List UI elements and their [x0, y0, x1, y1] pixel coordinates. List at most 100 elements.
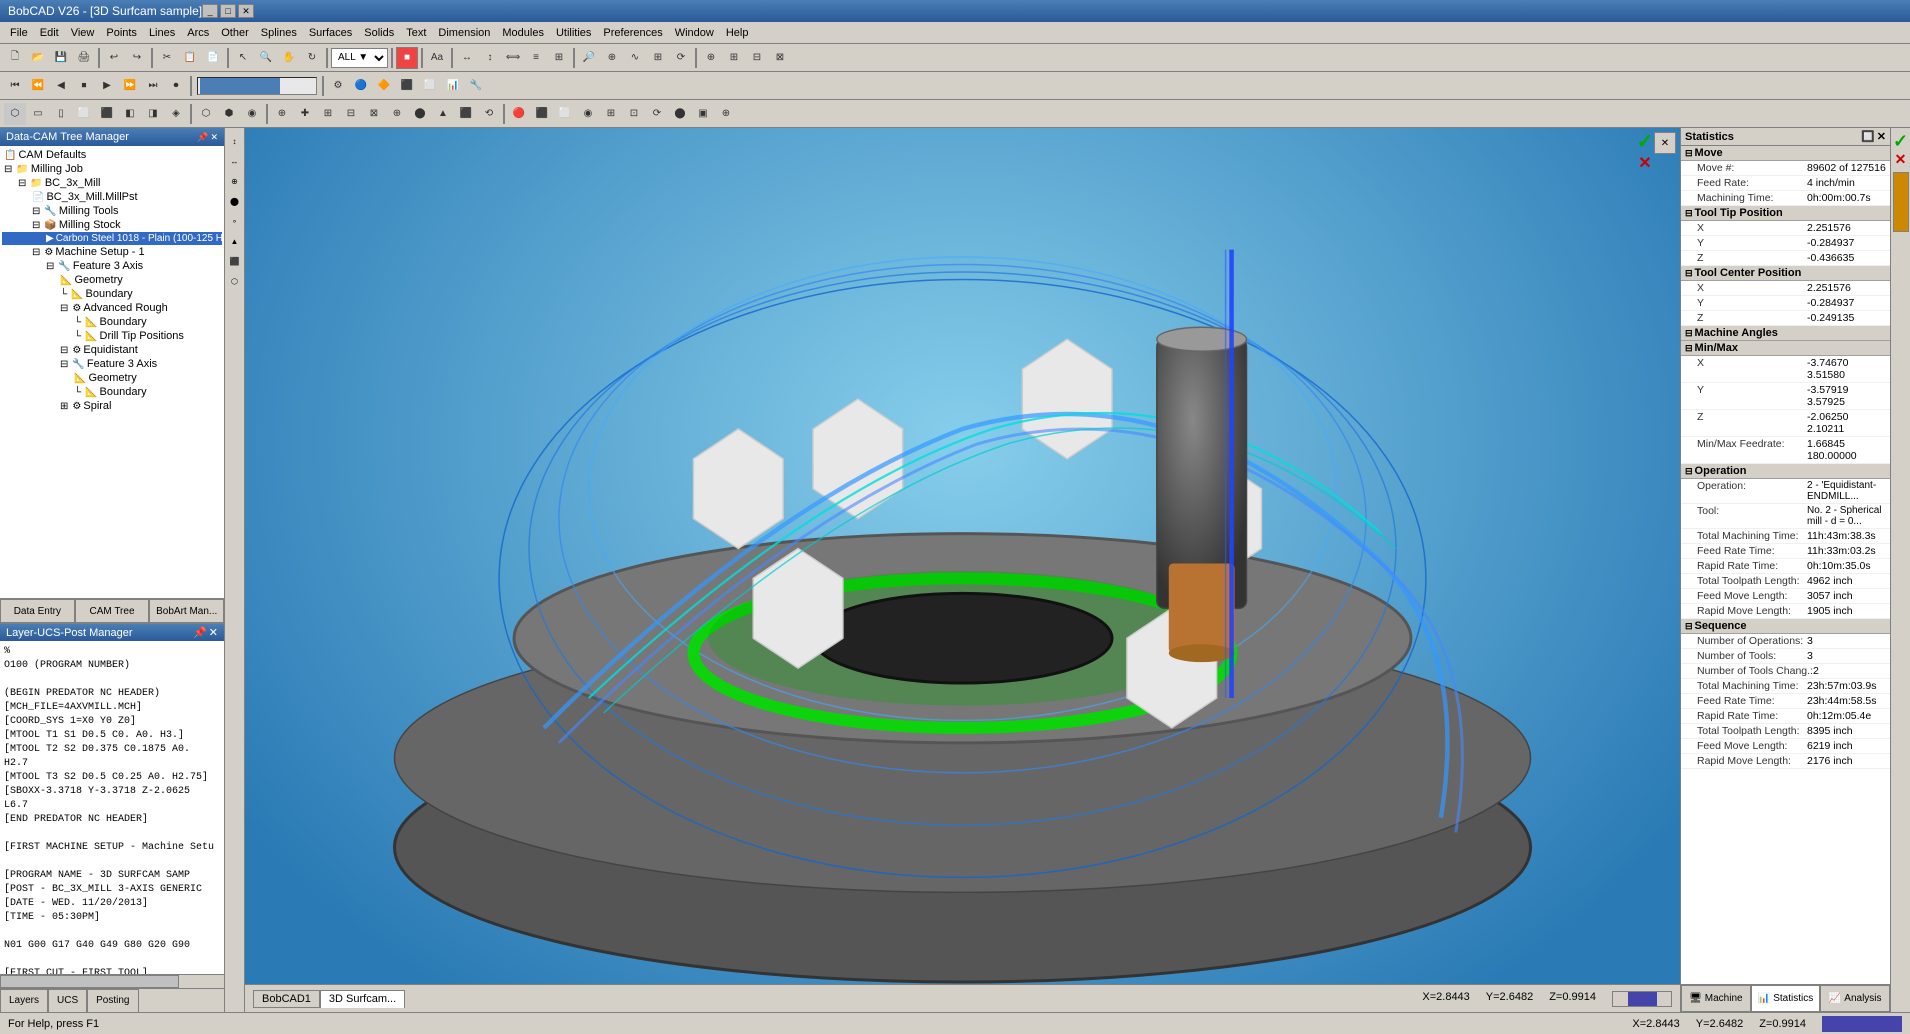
stats-close-btn[interactable]: ✕: [1877, 130, 1886, 143]
print-button[interactable]: 🖨: [73, 47, 95, 69]
code-scrollbar-h[interactable]: [0, 974, 224, 988]
sim-btn7[interactable]: 🔧: [465, 75, 487, 97]
tree-item-cam-defaults[interactable]: 📋 CAM Defaults: [2, 148, 222, 162]
code-pin-btn[interactable]: 📌: [193, 626, 207, 639]
menu-arcs[interactable]: Arcs: [181, 25, 215, 41]
view-persp[interactable]: ◈: [165, 103, 187, 125]
tree-item-feature-3axis-1[interactable]: ⊟ 🔧 Feature 3 Axis: [2, 259, 222, 273]
new-button[interactable]: 🗋: [4, 47, 26, 69]
tb9[interactable]: ⊞: [647, 47, 669, 69]
menu-splines[interactable]: Splines: [255, 25, 303, 41]
section-minmax[interactable]: ⊟ Min/Max: [1681, 341, 1890, 356]
copy-button[interactable]: 📋: [179, 47, 201, 69]
tool-btn7[interactable]: ⟳: [646, 103, 668, 125]
menu-utilities[interactable]: Utilities: [550, 25, 597, 41]
tb12[interactable]: ⊞: [723, 47, 745, 69]
snap-btn9[interactable]: ⬛: [455, 103, 477, 125]
font-btn[interactable]: Aa: [426, 47, 448, 69]
stats-tab-analysis[interactable]: 📈 Analysis: [1820, 985, 1890, 1012]
camplay-first[interactable]: ⏮: [4, 75, 26, 97]
snap-btn7[interactable]: ⬤: [409, 103, 431, 125]
menu-view[interactable]: View: [65, 25, 101, 41]
camplay-fwd[interactable]: ⏩: [119, 75, 141, 97]
tool-btn9[interactable]: ▣: [692, 103, 714, 125]
snap-btn6[interactable]: ⊕: [386, 103, 408, 125]
camplay-rec[interactable]: ⏺: [165, 75, 187, 97]
stats-float-btn[interactable]: 🔲: [1861, 130, 1875, 143]
color-btn[interactable]: ■: [396, 47, 418, 69]
paste-button[interactable]: 📄: [202, 47, 224, 69]
tool-btn4[interactable]: ◉: [577, 103, 599, 125]
lv-btn6[interactable]: ▲: [226, 232, 244, 250]
tree-item-machine-setup[interactable]: ⊟ ⚙ Machine Setup - 1: [2, 245, 222, 259]
tb3[interactable]: ⟺: [502, 47, 524, 69]
sim-btn1[interactable]: ⚙: [327, 75, 349, 97]
camplay-stop[interactable]: ⏹: [73, 75, 95, 97]
tree-item-equidistant[interactable]: ⊟ ⚙ Equidistant: [2, 343, 222, 357]
pan-btn[interactable]: ✋: [278, 47, 300, 69]
tb11[interactable]: ⊕: [700, 47, 722, 69]
cam-tree[interactable]: 📋 CAM Defaults ⊟ 📁 Milling Job ⊟ 📁 BC_3x…: [0, 146, 224, 598]
panel-pin-btn[interactable]: 📌: [197, 132, 208, 143]
menu-edit[interactable]: Edit: [34, 25, 65, 41]
tab-bobart[interactable]: BobArt Man...: [149, 599, 224, 623]
tb7[interactable]: ⊕: [601, 47, 623, 69]
snap-btn2[interactable]: ✚: [294, 103, 316, 125]
camplay-back[interactable]: ◀: [50, 75, 72, 97]
shading-material[interactable]: ◉: [241, 103, 263, 125]
tb6[interactable]: 🔎: [578, 47, 600, 69]
select-btn[interactable]: ↖: [232, 47, 254, 69]
lv-btn3[interactable]: ⊕: [226, 172, 244, 190]
lv-btn4[interactable]: ⬤: [226, 192, 244, 210]
open-button[interactable]: 📂: [27, 47, 49, 69]
view-top[interactable]: ⬜: [73, 103, 95, 125]
tree-item-milling-job[interactable]: ⊟ 📁 Milling Job: [2, 162, 222, 176]
stats-tab-machine[interactable]: 🖥 Machine: [1681, 985, 1751, 1012]
view-right[interactable]: ◨: [142, 103, 164, 125]
viewport-indicator[interactable]: [1612, 991, 1672, 1007]
shading-solid[interactable]: ⬢: [218, 103, 240, 125]
code-tab-layers[interactable]: Layers: [0, 989, 48, 1013]
menu-modules[interactable]: Modules: [496, 25, 550, 41]
menu-surfaces[interactable]: Surfaces: [303, 25, 358, 41]
close-button[interactable]: ✕: [238, 4, 254, 18]
tb1[interactable]: ↔: [456, 47, 478, 69]
menu-dimension[interactable]: Dimension: [432, 25, 496, 41]
tree-item-milling-tools[interactable]: ⊟ 🔧 Milling Tools: [2, 204, 222, 218]
section-tool-tip[interactable]: ⊟ Tool Tip Position: [1681, 206, 1890, 221]
snap-btn5[interactable]: ⊠: [363, 103, 385, 125]
minimize-button[interactable]: _: [202, 4, 218, 18]
section-move[interactable]: ⊟ Move: [1681, 146, 1890, 161]
save-button[interactable]: 💾: [50, 47, 72, 69]
view-iso[interactable]: ⬡: [4, 103, 26, 125]
sim-btn5[interactable]: ⬜: [419, 75, 441, 97]
tb5[interactable]: ⊞: [548, 47, 570, 69]
section-operation[interactable]: ⊟ Operation: [1681, 464, 1890, 479]
check-btn[interactable]: ✓: [1636, 132, 1654, 150]
snap-btn1[interactable]: ⊕: [271, 103, 293, 125]
camplay-prev[interactable]: ⏪: [27, 75, 49, 97]
shading-wire[interactable]: ⬡: [195, 103, 217, 125]
vp-tab-3dsurfcam[interactable]: 3D Surfcam...: [320, 990, 405, 1008]
tool-btn5[interactable]: ⊞: [600, 103, 622, 125]
code-tab-ucs[interactable]: UCS: [48, 989, 87, 1013]
camplay-play[interactable]: ▶: [96, 75, 118, 97]
lv-btn5[interactable]: ∘: [226, 212, 244, 230]
filter-dropdown[interactable]: ALL ▼: [331, 48, 388, 68]
viewport-close-btn[interactable]: ✕: [1654, 132, 1676, 154]
redo-button[interactable]: ↪: [126, 47, 148, 69]
menu-preferences[interactable]: Preferences: [597, 25, 668, 41]
panel-close-btn[interactable]: ✕: [210, 132, 218, 143]
tool-btn10[interactable]: ⊕: [715, 103, 737, 125]
lv-btn1[interactable]: ↕: [226, 132, 244, 150]
lv-btn7[interactable]: ⬛: [226, 252, 244, 270]
stats-tab-statistics[interactable]: 📊 Statistics: [1751, 985, 1821, 1012]
section-sequence[interactable]: ⊟ Sequence: [1681, 619, 1890, 634]
tree-item-adv-rough[interactable]: ⊟ ⚙ Advanced Rough: [2, 301, 222, 315]
tree-item-feature-3axis-2[interactable]: ⊟ 🔧 Feature 3 Axis: [2, 357, 222, 371]
view-front[interactable]: ▭: [27, 103, 49, 125]
tab-cam-tree[interactable]: CAM Tree: [75, 599, 150, 623]
tree-item-geometry-1[interactable]: 📐 Geometry: [2, 273, 222, 287]
maximize-button[interactable]: □: [220, 4, 236, 18]
tool-btn1[interactable]: 🔴: [508, 103, 530, 125]
